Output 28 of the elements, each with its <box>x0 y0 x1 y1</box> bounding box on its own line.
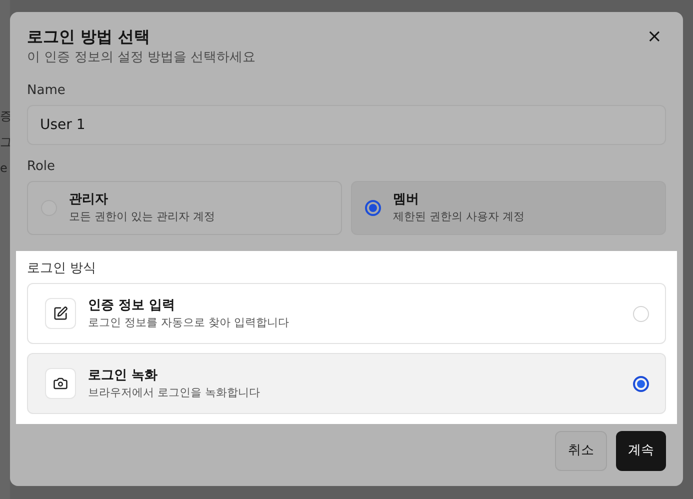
option-title: 인증 정보 입력 <box>88 296 176 314</box>
field-label: Role <box>27 158 56 176</box>
method-option[interactable]: 인증 정보 입력 로그인 정보를 자동으로 찾아 입력합니다 <box>27 283 666 344</box>
background-text: 그 <box>0 136 10 148</box>
option-description: 브라우저에서 로그인을 녹화합니다 <box>88 384 261 400</box>
camera-icon <box>53 376 68 391</box>
background-text: 증 <box>0 110 10 122</box>
option-title: 멤버 <box>393 191 420 209</box>
option-title: 로그인 녹화 <box>88 366 159 384</box>
continue-button[interactable]: 계속 <box>616 431 666 471</box>
method-option[interactable]: 로그인 녹화 브라우저에서 로그인을 녹화합니다 <box>27 353 666 414</box>
role-option[interactable]: 관리자 모든 권한이 있는 관리자 계정 <box>27 181 342 235</box>
radio-button[interactable] <box>633 376 649 392</box>
role-option[interactable]: 멤버 제한된 권한의 사용자 계정 <box>351 181 666 235</box>
cancel-button[interactable]: 취소 <box>555 431 607 471</box>
option-title: 관리자 <box>69 191 109 209</box>
option-description: 로그인 정보를 자동으로 찾아 입력합니다 <box>88 314 290 330</box>
field-label: Name <box>27 82 66 100</box>
close-button[interactable]: × <box>646 28 662 46</box>
dialog-title: 로그인 방법 선택 <box>27 26 152 48</box>
name-field[interactable]: User 1 <box>27 105 666 145</box>
section-label: 로그인 방식 <box>27 260 98 278</box>
option-description: 모든 권한이 있는 관리자 계정 <box>69 209 215 225</box>
option-description: 제한된 권한의 사용자 계정 <box>393 209 524 225</box>
dialog-subtitle: 이 인증 정보의 설정 방법을 선택하세요 <box>27 49 256 67</box>
pencil-icon <box>53 306 68 321</box>
background-text: e <box>0 162 8 174</box>
radio-button[interactable] <box>365 200 381 216</box>
